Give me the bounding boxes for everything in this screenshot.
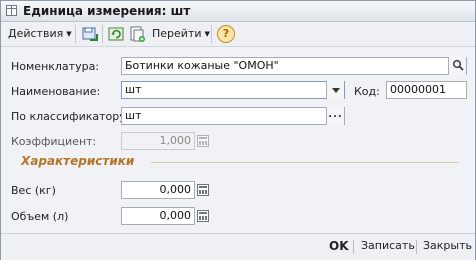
actions-menu-label: Действия [8, 27, 64, 40]
goto-menu-button[interactable]: Перейти ▼ [149, 24, 213, 44]
footer-separator [416, 240, 417, 254]
volume-label: Объем (л) [11, 210, 69, 223]
nomenclature-field[interactable]: Ботинки кожаные "ОМОН" [121, 57, 467, 75]
name-label: Наименование: [11, 85, 101, 98]
classifier-select-button[interactable]: ... [326, 107, 344, 125]
section-divider [151, 162, 459, 163]
weight-label: Вес (кг) [11, 184, 56, 197]
name-input[interactable]: шт [121, 81, 345, 99]
ok-button[interactable]: OK [329, 239, 349, 253]
classifier-input[interactable]: шт ... [121, 107, 345, 125]
close-button[interactable]: Закрыть [423, 239, 472, 252]
name-value: шт [125, 83, 142, 96]
weight-input[interactable]: 0,000 [121, 181, 195, 199]
toolbar: Действия ▼ Перейти ▼ ? [1, 22, 475, 47]
toolbar-separator [102, 25, 103, 43]
actions-menu-button[interactable]: Действия ▼ [5, 24, 75, 44]
calculator-icon [197, 135, 209, 147]
save-button[interactable]: Записать [361, 239, 415, 252]
window-title: Единица измерения: шт [23, 4, 191, 18]
chevron-down-icon: ▼ [66, 30, 72, 38]
dialog-footer: OK Записать Закрыть [1, 233, 475, 260]
name-dropdown-chevron-icon[interactable] [326, 81, 344, 99]
dialog-window: Единица измерения: шт Действия ▼ Перейти ▼… [0, 0, 476, 260]
coefficient-input: 1,000 [121, 132, 195, 150]
volume-value: 0,000 [159, 209, 192, 222]
nomenclature-label: Номенклатура: [11, 60, 100, 73]
toolbar-separator [75, 25, 76, 43]
title-bar: Единица измерения: шт [1, 1, 475, 22]
classifier-label: По классификатору: [11, 110, 130, 123]
nomenclature-value: Ботинки кожаные "ОМОН" [125, 59, 279, 72]
search-icon-button[interactable] [448, 57, 466, 75]
calculator-icon[interactable] [197, 210, 209, 222]
code-value: 00000001 [390, 83, 446, 96]
save-and-close-icon[interactable] [81, 25, 99, 43]
chevron-down-icon: ▼ [204, 30, 210, 38]
copy-document-icon[interactable] [128, 25, 146, 43]
weight-value: 0,000 [159, 183, 192, 196]
search-icon [452, 60, 464, 71]
help-icon[interactable]: ? [217, 25, 235, 43]
characteristics-section-title: Характеристики [21, 154, 135, 168]
refresh-icon[interactable] [107, 25, 125, 43]
coefficient-label: Коэффициент: [11, 135, 97, 148]
coefficient-value: 1,000 [159, 134, 192, 147]
window-table-icon [6, 5, 17, 16]
goto-menu-label: Перейти [152, 27, 202, 40]
code-input[interactable]: 00000001 [386, 81, 467, 99]
footer-separator [353, 240, 354, 254]
code-label: Код: [354, 85, 380, 98]
calculator-icon[interactable] [197, 184, 209, 196]
classifier-value: шт [125, 109, 142, 122]
toolbar-separator [211, 25, 212, 43]
volume-input[interactable]: 0,000 [121, 207, 195, 225]
